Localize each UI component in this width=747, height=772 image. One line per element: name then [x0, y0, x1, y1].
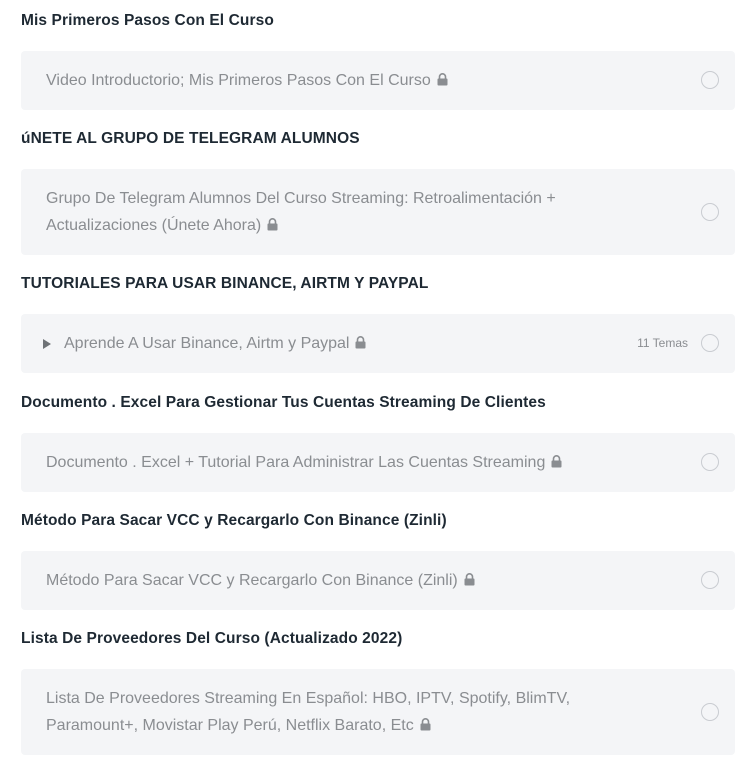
- lesson-label-wrap: Lista De Proveedores Streaming En Españo…: [46, 685, 570, 739]
- lesson-label-wrap: Método Para Sacar VCC y Recargarlo Con B…: [46, 567, 475, 594]
- lesson-row[interactable]: Grupo De Telegram Alumnos Del Curso Stre…: [21, 169, 735, 255]
- lock-icon: [355, 336, 366, 349]
- lock-icon: [420, 718, 431, 731]
- lesson-label-wrap: Grupo De Telegram Alumnos Del Curso Stre…: [46, 185, 556, 239]
- completion-status-icon: [701, 203, 719, 221]
- section-title: Mis Primeros Pasos Con El Curso: [21, 12, 274, 29]
- lesson-label: Aprende A Usar Binance, Airtm y Paypal: [64, 335, 350, 352]
- section-title: úNETE AL GRUPO DE TELEGRAM ALUMNOS: [21, 130, 360, 147]
- topics-count: 11 Temas: [637, 336, 688, 350]
- lesson-label: Método Para Sacar VCC y Recargarlo Con B…: [46, 572, 458, 589]
- lock-icon: [464, 573, 475, 586]
- lesson-label: Video Introductorio; Mis Primeros Pasos …: [46, 72, 431, 89]
- lesson-row[interactable]: Video Introductorio; Mis Primeros Pasos …: [21, 51, 735, 110]
- section-title: Método Para Sacar VCC y Recargarlo Con B…: [21, 512, 447, 529]
- caret-right-icon[interactable]: [43, 339, 51, 349]
- completion-status-icon: [701, 571, 719, 589]
- lock-icon: [551, 455, 562, 468]
- lesson-row[interactable]: Método Para Sacar VCC y Recargarlo Con B…: [21, 551, 735, 610]
- lesson-label-line2: Actualizaciones (Únete Ahora): [46, 217, 262, 234]
- lesson-label: Documento . Excel + Tutorial Para Admini…: [46, 454, 546, 471]
- lock-icon: [267, 218, 278, 231]
- lesson-label-line1: Grupo De Telegram Alumnos Del Curso Stre…: [46, 190, 556, 207]
- lesson-label-wrap: Video Introductorio; Mis Primeros Pasos …: [46, 67, 448, 94]
- section-title: TUTORIALES PARA USAR BINANCE, AIRTM Y PA…: [21, 275, 429, 292]
- completion-status-icon: [701, 71, 719, 89]
- lesson-label-line2: Paramount+, Movistar Play Perú, Netflix …: [46, 717, 414, 734]
- lesson-label-line1: Lista De Proveedores Streaming En Españo…: [46, 690, 571, 707]
- lock-icon: [437, 73, 448, 86]
- lesson-row-expandable[interactable]: Aprende A Usar Binance, Airtm y Paypal 1…: [21, 314, 735, 373]
- lesson-label-wrap: Aprende A Usar Binance, Airtm y Paypal: [64, 330, 366, 357]
- completion-status-icon: [701, 453, 719, 471]
- lesson-row[interactable]: Documento . Excel + Tutorial Para Admini…: [21, 433, 735, 492]
- lesson-label-wrap: Documento . Excel + Tutorial Para Admini…: [46, 449, 562, 476]
- section-title: Documento . Excel Para Gestionar Tus Cue…: [21, 394, 546, 411]
- completion-status-icon: [701, 334, 719, 352]
- completion-status-icon: [701, 703, 719, 721]
- section-title: Lista De Proveedores Del Curso (Actualiz…: [21, 630, 403, 647]
- lesson-row[interactable]: Lista De Proveedores Streaming En Españo…: [21, 669, 735, 755]
